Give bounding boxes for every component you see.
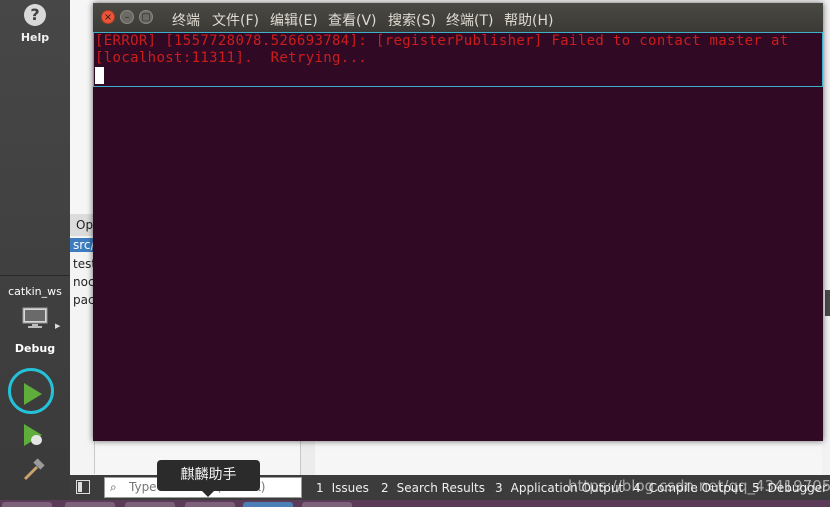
dock-item[interactable]: [65, 502, 115, 507]
monitor-icon[interactable]: [22, 307, 48, 329]
watermark-url: https://blog.csdn.net/qq_43419705: [568, 477, 830, 495]
minimize-icon[interactable]: –: [120, 10, 134, 24]
terminal-titlebar[interactable]: × – □ 终端 文件(F) 编辑(E) 查看(V) 搜索(S) 终端(T) 帮…: [93, 3, 823, 32]
terminal-error-line: [localhost:11311]. Retrying...: [95, 50, 368, 66]
menu-terminal[interactable]: 终端(T): [446, 10, 493, 30]
mode-sidebar: ? Help catkin_ws ▶ Debug: [0, 0, 70, 500]
window-title: 终端: [172, 13, 200, 29]
menu-view[interactable]: 查看(V): [328, 10, 377, 30]
dock-item[interactable]: [302, 502, 352, 507]
menu-search[interactable]: 搜索(S): [388, 10, 436, 30]
scrollbar[interactable]: [300, 440, 315, 475]
kit-selector-arrow-icon[interactable]: ▶: [55, 322, 60, 330]
toggle-sidebar-icon[interactable]: [76, 480, 90, 494]
run-icon[interactable]: [24, 383, 42, 405]
output-tab-issues[interactable]: 1 Issues: [316, 481, 369, 495]
scroll-marker: [825, 290, 830, 316]
build-hammer-icon[interactable]: [22, 458, 46, 482]
text-cursor: [95, 67, 104, 84]
open-documents-pane: Op src/ test noc pac: [70, 214, 95, 474]
separator: [0, 275, 70, 276]
menu-help[interactable]: 帮助(H): [504, 10, 553, 30]
menu-edit[interactable]: 编辑(E): [270, 10, 318, 30]
tooltip-arrow: [202, 491, 214, 497]
open-document-item[interactable]: test: [73, 257, 94, 271]
menu-file[interactable]: 文件(F): [212, 10, 259, 30]
open-document-item[interactable]: src/: [70, 238, 94, 252]
close-icon[interactable]: ×: [101, 10, 115, 24]
terminal-output[interactable]: [ERROR] [1557728078.526693784]: [registe…: [93, 32, 823, 87]
maximize-icon[interactable]: □: [139, 10, 153, 24]
help-icon[interactable]: ?: [24, 4, 46, 26]
search-icon: ⌕: [110, 480, 117, 494]
editor-right-edge: [822, 0, 830, 475]
dock-tooltip: 麒麟助手: [157, 460, 260, 491]
help-mode-label[interactable]: Help: [0, 31, 70, 44]
build-config-label[interactable]: Debug: [0, 342, 70, 355]
open-document-item[interactable]: noc: [73, 275, 94, 289]
dock-item[interactable]: [185, 502, 235, 507]
project-selector-label[interactable]: catkin_ws: [0, 285, 70, 298]
terminal-error-line: [ERROR] [1557728078.526693784]: [registe…: [95, 33, 789, 49]
bug-icon: [31, 435, 42, 445]
dock-item-active[interactable]: [243, 502, 293, 507]
open-documents-header: Op: [70, 214, 94, 236]
terminal-window[interactable]: × – □ 终端 文件(F) 编辑(E) 查看(V) 搜索(S) 终端(T) 帮…: [93, 3, 823, 441]
output-tab-search-results[interactable]: 2 Search Results: [381, 481, 485, 495]
open-document-item[interactable]: pac: [73, 293, 94, 307]
dock-item[interactable]: [125, 502, 175, 507]
dock-item[interactable]: [2, 502, 52, 507]
